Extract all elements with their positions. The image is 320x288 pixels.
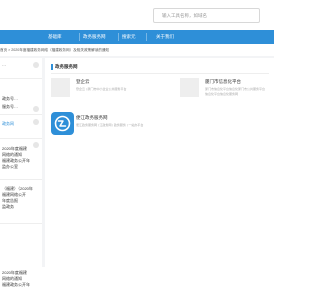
main-panel: 政务服务网 登企云 登企云 | 厦门市中小企业公共服务平台 厦门市信息化平台 厦…: [45, 58, 274, 267]
section-title: 政务服务网: [55, 64, 78, 69]
service-card[interactable]: 厦门市信息化平台 厦门市信息化平台信息化厦门市公共服务平台 信息化平台信息化服务…: [180, 78, 272, 104]
search-input[interactable]: 输入工具名称，如域名: [153, 8, 260, 23]
nav-item-gov-service[interactable]: 政务服务网: [83, 34, 106, 40]
card-description: 厦门市信息化平台信息化厦门市公共服务平台: [205, 87, 266, 91]
sidebar-item-title-line: 2020年度福建: [2, 146, 27, 151]
card-title: 厦门市信息化平台: [205, 79, 241, 84]
sidebar-item-title-line: 网络的通知: [2, 152, 22, 157]
divider: [51, 73, 269, 74]
service-logo: [51, 112, 74, 135]
sidebar-item-title-line: （福建）（2020年: [2, 186, 33, 191]
sidebar-item-title-line: 监办公室: [2, 164, 18, 169]
divider: [0, 138, 42, 139]
logo-icon: [54, 115, 71, 132]
divider: [0, 114, 42, 115]
sidebar-item-title-line: 年度告报: [2, 198, 18, 203]
sidebar-item-title: 服务号…: [2, 104, 18, 109]
card-title: 登企云: [76, 79, 90, 84]
main-nav: 基础库 政务服务网 搜索元 关于我们: [0, 30, 274, 44]
nav-item-search[interactable]: 搜索元: [122, 34, 136, 40]
avatar: [33, 119, 39, 125]
avatar: [33, 142, 39, 148]
avatar: [33, 106, 39, 112]
section-marker: [51, 64, 53, 70]
card-thumbnail: [51, 78, 70, 97]
sidebar-item-title: 政务号…: [2, 96, 18, 101]
sidebar-item-title: 政务网: [2, 121, 14, 126]
divider: [0, 179, 42, 180]
sidebar-item-title: …: [2, 62, 6, 67]
divider: [0, 223, 42, 224]
breadcrumb: 首页 > 2020年度福建政务网络（福建政务网）及相关政策解读的通知: [0, 48, 110, 52]
sidebar-item-title-line: 监政务: [2, 204, 14, 209]
nav-divider: [146, 33, 147, 41]
sidebar-item-title-line: 福建网络公开: [2, 192, 26, 197]
sidebar-item-title-line: 福建政务公开年: [2, 158, 30, 163]
sidebar-item-title-line: 2020年度福建: [2, 270, 27, 275]
nav-item-library[interactable]: 基础库: [48, 34, 62, 40]
card-description: 登企云 | 厦门市中小企业公共服务平台: [76, 87, 127, 91]
divider: [0, 78, 42, 79]
sidebar-item-title-line: 福建政务公开年: [2, 282, 30, 287]
nav-item-about[interactable]: 关于我们: [156, 34, 174, 40]
sidebar: … 政务号… 服务号… 政务网 2020年度福建 网络的通知 福建政务公开年 监…: [0, 58, 42, 287]
nav-divider: [79, 33, 80, 41]
card-title: 便江政务服务网: [76, 115, 108, 120]
avatar: [33, 62, 39, 68]
service-card[interactable]: 便江政务服务网 便江政务服务网 | 江政务网 | 政务服务 | 一站办平台: [45, 108, 155, 138]
sidebar-item-title-line: 网络的通知: [2, 276, 22, 281]
card-description: 信息化平台信息化服务网: [205, 92, 239, 96]
card-thumbnail: [180, 78, 199, 97]
card-description: 便江政务服务网 | 江政务网 | 政务服务 | 一站办平台: [76, 123, 144, 127]
service-card[interactable]: 登企云 登企云 | 厦门市中小企业公共服务平台: [51, 78, 151, 104]
nav-divider: [118, 33, 119, 41]
